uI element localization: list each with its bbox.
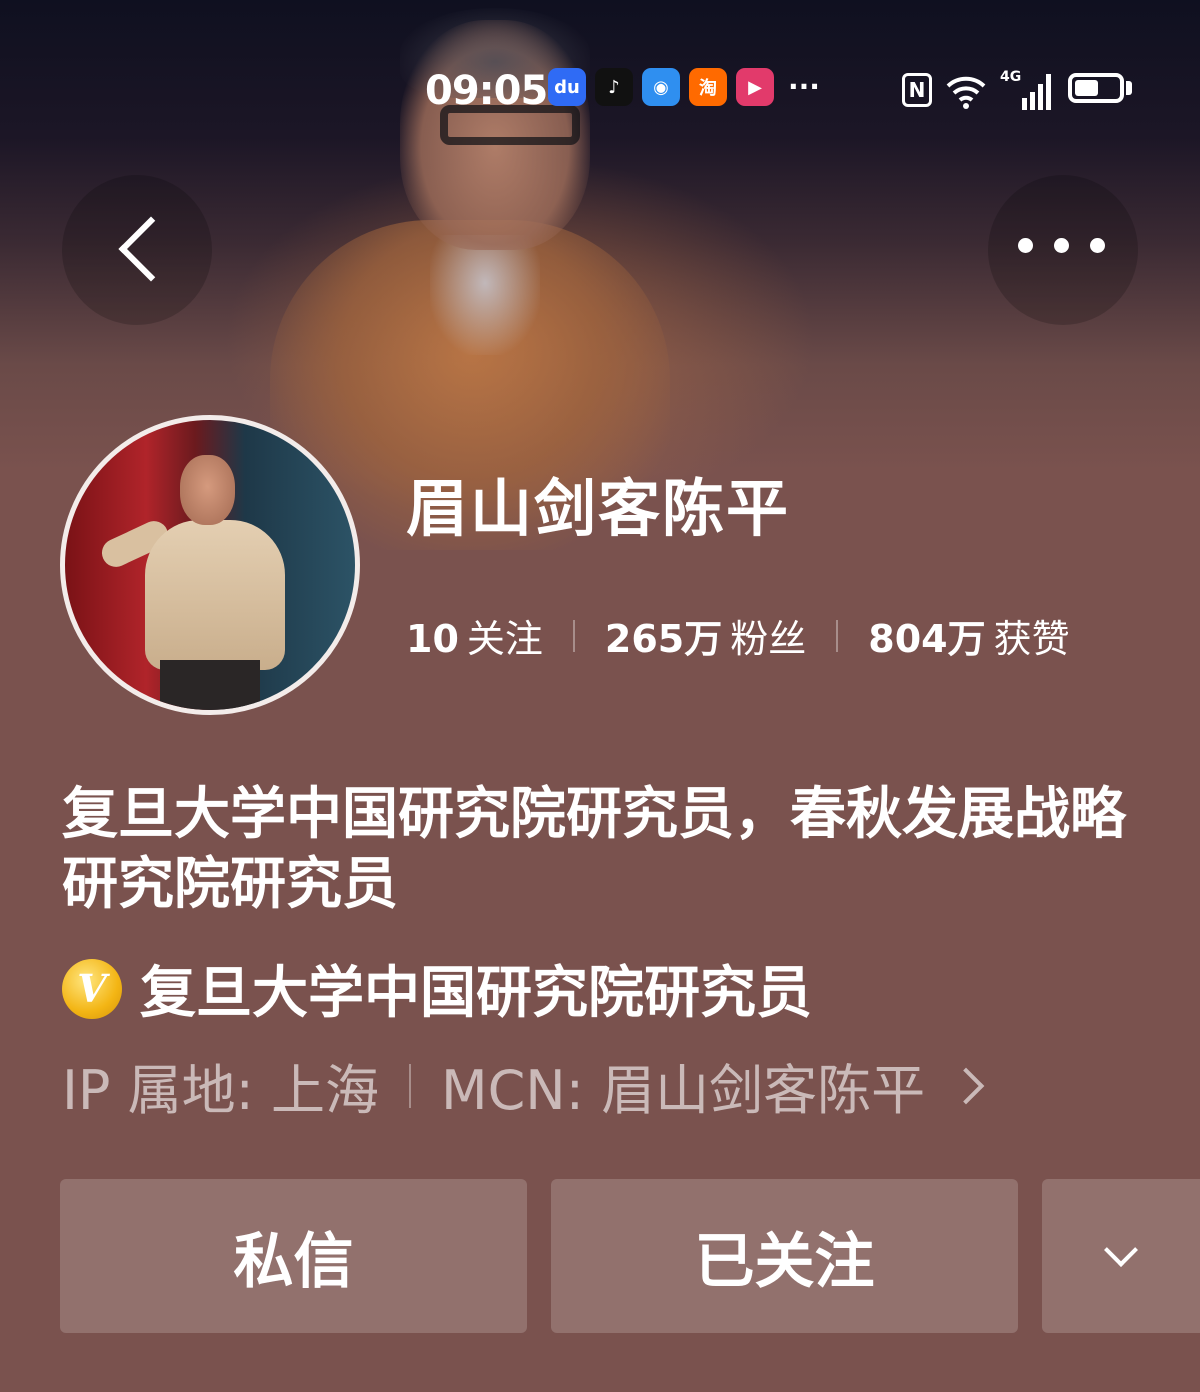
expand-recommendations-button[interactable] — [1042, 1179, 1200, 1333]
status-bar: 09:05 du ♪ ◉ 淘 ▶ ··· N 4G — [0, 60, 1200, 120]
ip-location: IP 属地: 上海 — [62, 1059, 380, 1122]
following-count-number: 10 — [406, 617, 459, 661]
followers-count[interactable]: 265万 粉丝 — [605, 608, 806, 663]
avatar-person-body — [145, 520, 285, 670]
chevron-right-icon — [947, 1067, 985, 1104]
profile-meta-row: IP 属地: 上海 MCN: 眉山剑客陈平 — [62, 1046, 985, 1125]
following-count-label: 关注 — [466, 617, 543, 661]
cellular-signal-icon: 4G — [1000, 69, 1051, 110]
followers-count-number: 265万 — [604, 617, 723, 661]
message-button[interactable]: 私信 — [60, 1179, 527, 1333]
meta-divider — [409, 1063, 412, 1108]
followers-count-label: 粉丝 — [730, 617, 807, 661]
banner-figure-collar — [430, 235, 540, 355]
likes-count-label: 获赞 — [993, 617, 1070, 661]
wifi-icon — [946, 76, 986, 109]
stats-divider — [572, 619, 575, 652]
status-time: 09:05 — [425, 68, 548, 114]
more-dots-icon — [1018, 238, 1105, 253]
status-indicators: N 4G — [902, 68, 1058, 112]
following-count[interactable]: 10 关注 — [406, 608, 543, 663]
profile-stats: 10 关注 265万 粉丝 804万 获赞 — [406, 608, 1070, 663]
avatar-person-head — [180, 455, 235, 525]
status-more-icon: ··· — [788, 70, 820, 103]
taobao-icon: 淘 — [689, 68, 727, 106]
browser-icon: ◉ — [642, 68, 680, 106]
status-app-icons: du ♪ ◉ 淘 ▶ — [548, 68, 774, 106]
profile-name: 眉山剑客陈平 — [406, 472, 791, 545]
battery-level — [1075, 80, 1099, 96]
stats-divider — [836, 619, 839, 652]
mcn-link[interactable]: MCN: 眉山剑客陈平 — [441, 1046, 925, 1125]
avatar-person-legs — [160, 660, 260, 710]
tiktok-icon: ♪ — [595, 68, 633, 106]
verified-badge-icon: V — [62, 958, 122, 1019]
nfc-icon: N — [902, 73, 932, 107]
baidu-icon: du — [548, 68, 586, 106]
chevron-down-icon — [1104, 1233, 1138, 1267]
network-type-label: 4G — [1000, 69, 1021, 85]
likes-count-number: 804万 — [868, 617, 986, 661]
profile-bio: 复旦大学中国研究院研究员，春秋发展战略研究院研究员 — [62, 782, 1126, 917]
battery-cap — [1126, 81, 1132, 95]
avatar[interactable] — [60, 415, 360, 715]
video-app-icon: ▶ — [736, 68, 774, 106]
battery-icon — [1068, 73, 1124, 103]
likes-count[interactable]: 804万 获赞 — [868, 608, 1069, 663]
verification-row: V 复旦大学中国研究院研究员 — [62, 948, 812, 1029]
verification-text: 复旦大学中国研究院研究员 — [140, 961, 812, 1026]
following-button[interactable]: 已关注 — [551, 1179, 1018, 1333]
